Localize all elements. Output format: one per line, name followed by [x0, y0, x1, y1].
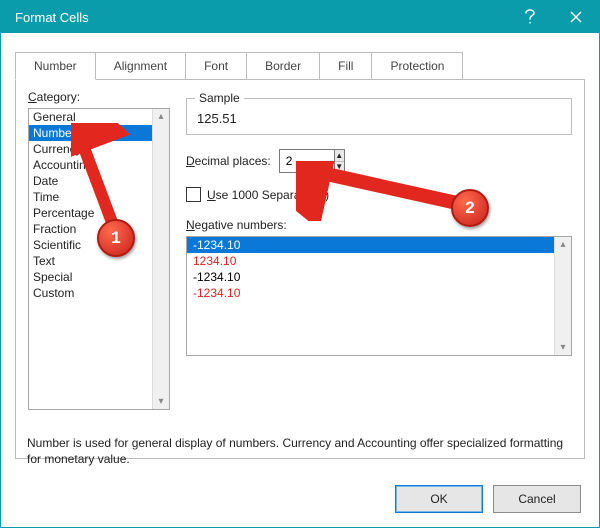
tabstrip: Number Alignment Font Border Fill Protec…: [15, 51, 585, 79]
category-section: Category: GeneralNumberCurrencyAccountin…: [28, 90, 168, 410]
category-item[interactable]: Date: [29, 173, 169, 189]
category-item[interactable]: Text: [29, 253, 169, 269]
tab-number[interactable]: Number: [15, 52, 96, 80]
format-cells-dialog: Format Cells Number Alignment Font Borde…: [0, 0, 600, 528]
negative-number-item[interactable]: -1234.10: [187, 237, 571, 253]
window-controls: [507, 1, 599, 33]
tab-fill[interactable]: Fill: [319, 52, 372, 80]
format-description: Number is used for general display of nu…: [27, 435, 573, 467]
category-item[interactable]: Percentage: [29, 205, 169, 221]
scrollbar[interactable]: ▴▾: [554, 237, 571, 355]
dialog-buttons: OK Cancel: [395, 485, 581, 513]
category-item[interactable]: Time: [29, 189, 169, 205]
category-item[interactable]: Number: [29, 125, 169, 141]
tab-alignment[interactable]: Alignment: [95, 52, 186, 80]
negative-number-item[interactable]: 1234.10: [187, 253, 571, 269]
category-item[interactable]: Fraction: [29, 221, 169, 237]
negative-number-item[interactable]: -1234.10: [187, 269, 571, 285]
thousands-separator-label: Use 1000 Separator (,): [207, 188, 329, 202]
decimal-places-input[interactable]: [280, 150, 334, 172]
close-button[interactable]: [553, 1, 599, 33]
category-label: Category:: [28, 90, 168, 104]
tab-panel-number: Category: GeneralNumberCurrencyAccountin…: [15, 79, 585, 459]
ok-button[interactable]: OK: [395, 485, 483, 513]
cancel-button[interactable]: Cancel: [493, 485, 581, 513]
help-button[interactable]: [507, 1, 553, 33]
client-area: Number Alignment Font Border Fill Protec…: [1, 33, 599, 469]
category-item[interactable]: Scientific: [29, 237, 169, 253]
decimal-places-spinner[interactable]: ▲ ▼: [279, 149, 345, 173]
decimal-places-row: Decimal places: ▲ ▼: [186, 149, 572, 173]
category-item[interactable]: Custom: [29, 285, 169, 301]
decimal-places-label: Decimal places:: [186, 154, 271, 168]
number-options: Sample 125.51 Decimal places: ▲ ▼: [186, 90, 572, 356]
sample-label: Sample: [195, 91, 244, 105]
sample-group: Sample 125.51: [186, 98, 572, 135]
category-item[interactable]: Special: [29, 269, 169, 285]
scrollbar[interactable]: ▴▾: [152, 109, 169, 409]
thousands-separator-checkbox[interactable]: Use 1000 Separator (,): [186, 187, 572, 202]
tab-protection[interactable]: Protection: [371, 52, 463, 80]
negative-number-item[interactable]: -1234.10: [187, 285, 571, 301]
category-listbox[interactable]: GeneralNumberCurrencyAccountingDateTimeP…: [28, 108, 170, 410]
sample-value: 125.51: [197, 109, 561, 126]
category-item[interactable]: Currency: [29, 141, 169, 157]
spinner-down[interactable]: ▼: [335, 162, 344, 173]
category-item[interactable]: Accounting: [29, 157, 169, 173]
category-item[interactable]: General: [29, 109, 169, 125]
titlebar: Format Cells: [1, 1, 599, 33]
checkbox-box[interactable]: [186, 187, 201, 202]
window-title: Format Cells: [15, 10, 89, 25]
tab-border[interactable]: Border: [246, 52, 320, 80]
spinner-up[interactable]: ▲: [335, 150, 344, 162]
negative-numbers-label: Negative numbers:: [186, 218, 572, 232]
tab-font[interactable]: Font: [185, 52, 247, 80]
negative-numbers-listbox[interactable]: -1234.101234.10-1234.10-1234.10 ▴▾: [186, 236, 572, 356]
